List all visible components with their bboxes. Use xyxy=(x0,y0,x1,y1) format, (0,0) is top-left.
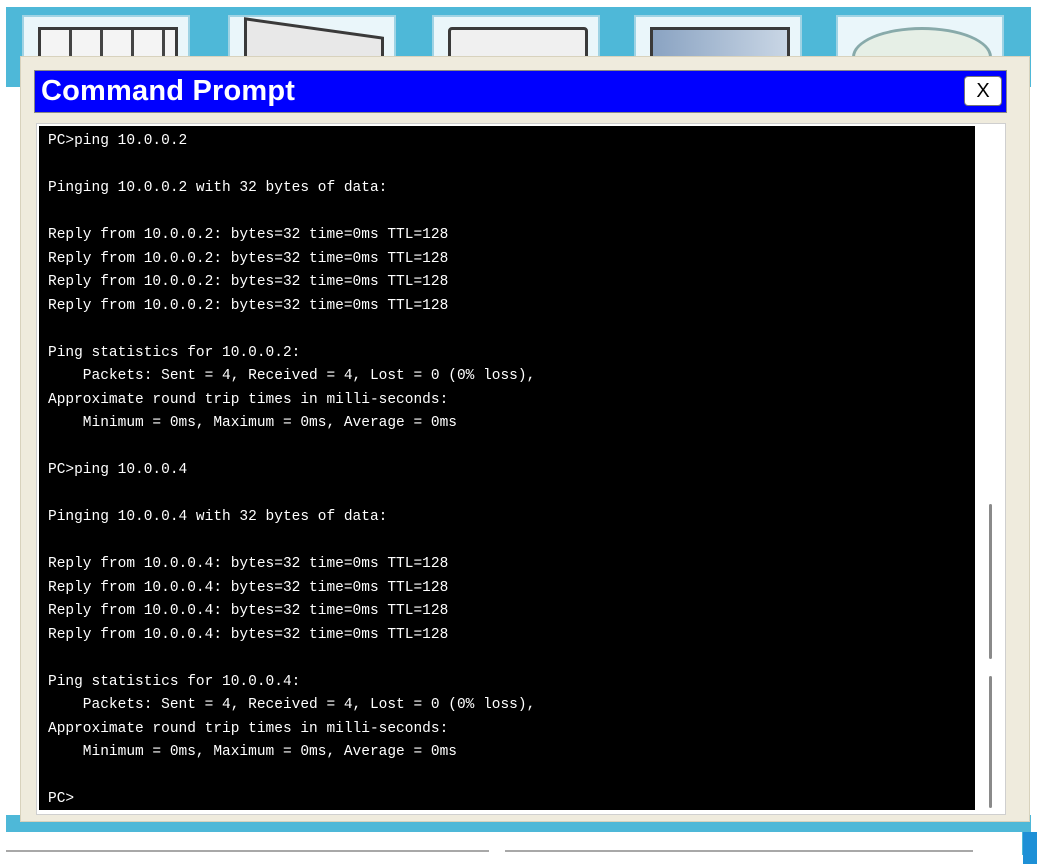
terminal-line: Pinging 10.0.0.4 with 32 bytes of data: xyxy=(48,509,388,525)
status-divider-left xyxy=(6,850,489,852)
window-edge-accent xyxy=(1023,832,1037,864)
terminal-line: PC>ping 10.0.0.4 xyxy=(48,462,188,478)
terminal-line: Packets: Sent = 4, Received = 4, Lost = … xyxy=(48,697,536,713)
terminal-output[interactable]: PC>ping 10.0.0.2 Pinging 10.0.0.2 with 3… xyxy=(39,126,975,810)
window-title: Command Prompt xyxy=(41,75,296,107)
terminal-line: Reply from 10.0.0.2: bytes=32 time=0ms T… xyxy=(48,297,449,314)
vertical-scrollbar[interactable] xyxy=(975,124,1005,814)
terminal-line: Pinging 10.0.0.2 with 32 bytes of data: xyxy=(48,180,388,196)
terminal-line: Minimum = 0ms, Maximum = 0ms, Average = … xyxy=(48,744,457,760)
terminal-line: Reply from 10.0.0.4: bytes=32 time=0ms T… xyxy=(48,626,449,643)
terminal-line: PC> xyxy=(48,791,75,807)
terminal-line: Packets: Sent = 4, Received = 4, Lost = … xyxy=(48,368,536,384)
scrollbar-track-segment[interactable] xyxy=(989,676,992,808)
terminal-line: PC>ping 10.0.0.2 xyxy=(48,133,188,149)
terminal-line: Reply from 10.0.0.4: bytes=32 time=0ms T… xyxy=(48,603,449,619)
terminal-line: Approximate round trip times in milli-se… xyxy=(48,391,449,408)
terminal-line: Reply from 10.0.0.2: bytes=32 time=0ms T… xyxy=(48,227,449,243)
command-prompt-window: Command Prompt X PC>ping 10.0.0.2 Pingin… xyxy=(20,56,1030,822)
terminal-screen[interactable]: PC>ping 10.0.0.2 Pinging 10.0.0.2 with 3… xyxy=(39,126,975,810)
terminal-frame: PC>ping 10.0.0.2 Pinging 10.0.0.2 with 3… xyxy=(36,123,1006,815)
terminal-line: Reply from 10.0.0.2: bytes=32 time=0ms T… xyxy=(48,274,449,290)
terminal-line: Reply from 10.0.0.2: bytes=32 time=0ms T… xyxy=(48,250,449,267)
status-divider-right xyxy=(505,850,973,852)
scrollbar-thumb[interactable] xyxy=(989,504,992,659)
terminal-line: Reply from 10.0.0.4: bytes=32 time=0ms T… xyxy=(48,556,449,572)
terminal-line: Ping statistics for 10.0.0.4: xyxy=(48,673,301,690)
title-bar[interactable]: Command Prompt X xyxy=(34,70,1007,113)
terminal-line: Minimum = 0ms, Maximum = 0ms, Average = … xyxy=(48,415,457,431)
terminal-line: Approximate round trip times in milli-se… xyxy=(48,720,449,737)
close-button[interactable]: X xyxy=(964,76,1002,106)
terminal-line: Ping statistics for 10.0.0.2: xyxy=(48,344,301,361)
terminal-line: Reply from 10.0.0.4: bytes=32 time=0ms T… xyxy=(48,579,449,596)
